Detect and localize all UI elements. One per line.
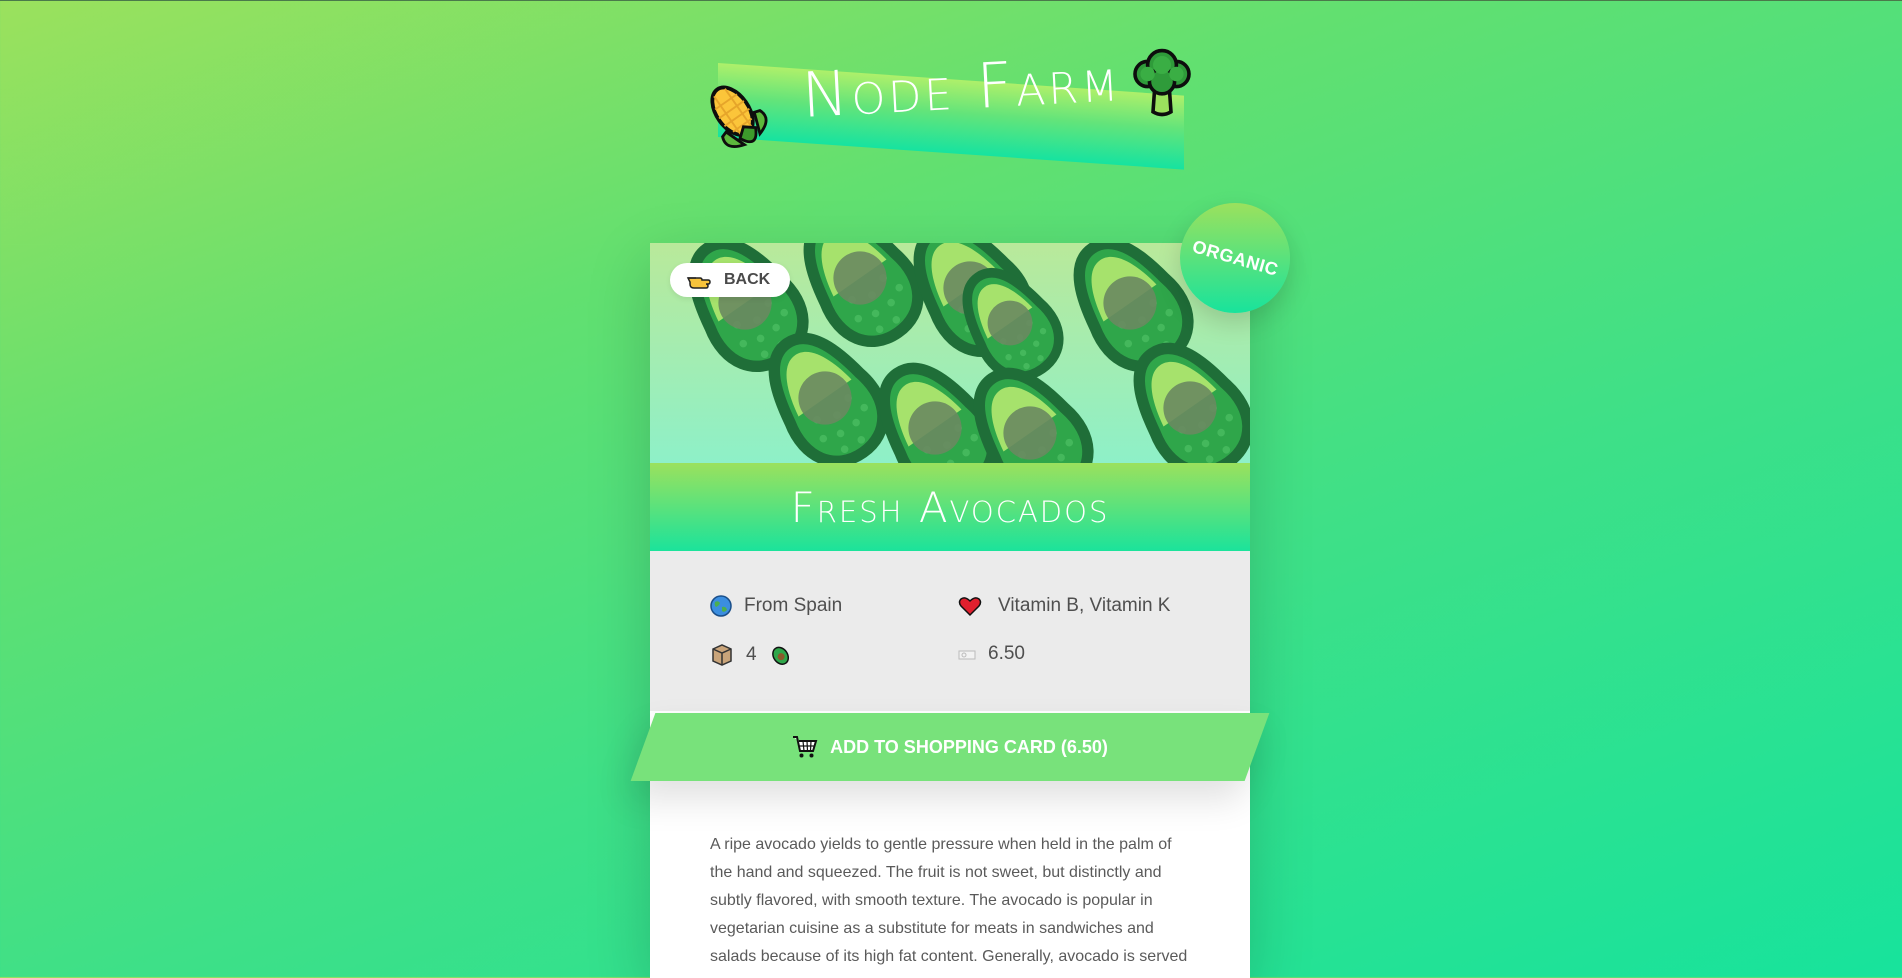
add-to-cart-button[interactable]: ADD TO SHOPPING CARD (6.50) [625, 713, 1275, 781]
add-to-cart-label: ADD TO SHOPPING CARD (6.50) [830, 736, 1108, 757]
nutrients-label: Vitamin B, Vitamin K [998, 595, 1171, 616]
price-value: 6.50 [988, 643, 1025, 664]
back-button-label: BACK [724, 271, 771, 288]
globe-icon [710, 595, 732, 617]
back-button[interactable]: BACK [670, 263, 791, 297]
product-image: BACK [650, 243, 1250, 463]
product-title: Fresh Avocados [790, 482, 1110, 532]
organic-badge-label: ORGANIC [1189, 235, 1281, 280]
price-detail: 6.50 [958, 643, 1025, 665]
package-icon [712, 644, 732, 666]
broccoli-icon [1133, 48, 1191, 117]
nutrients-detail: Vitamin B, Vitamin K [958, 595, 1170, 617]
avocado-icon [771, 646, 789, 665]
product-details: From Spain Vitamin B, Vitamin K 4 6.50 [650, 551, 1250, 711]
quantity-detail: 4 [710, 643, 791, 667]
origin-label: From Spain [744, 595, 843, 616]
corn-icon [710, 85, 768, 148]
organic-badge: ORGANIC [1180, 203, 1290, 313]
money-icon [958, 650, 976, 660]
site-header: Node Farm [0, 1, 1902, 181]
shopping-cart-icon [793, 736, 818, 758]
quantity-value: 4 [746, 644, 757, 665]
heart-icon [958, 597, 982, 617]
origin-detail: From Spain [710, 595, 842, 617]
product-card: BACK Fresh Avocados From Spain Vitamin B… [650, 243, 1250, 978]
product-title-bar: Fresh Avocados [650, 463, 1250, 551]
product-description: A ripe avocado yields to gentle pressure… [710, 836, 1188, 965]
pointing-hand-icon [686, 277, 711, 289]
